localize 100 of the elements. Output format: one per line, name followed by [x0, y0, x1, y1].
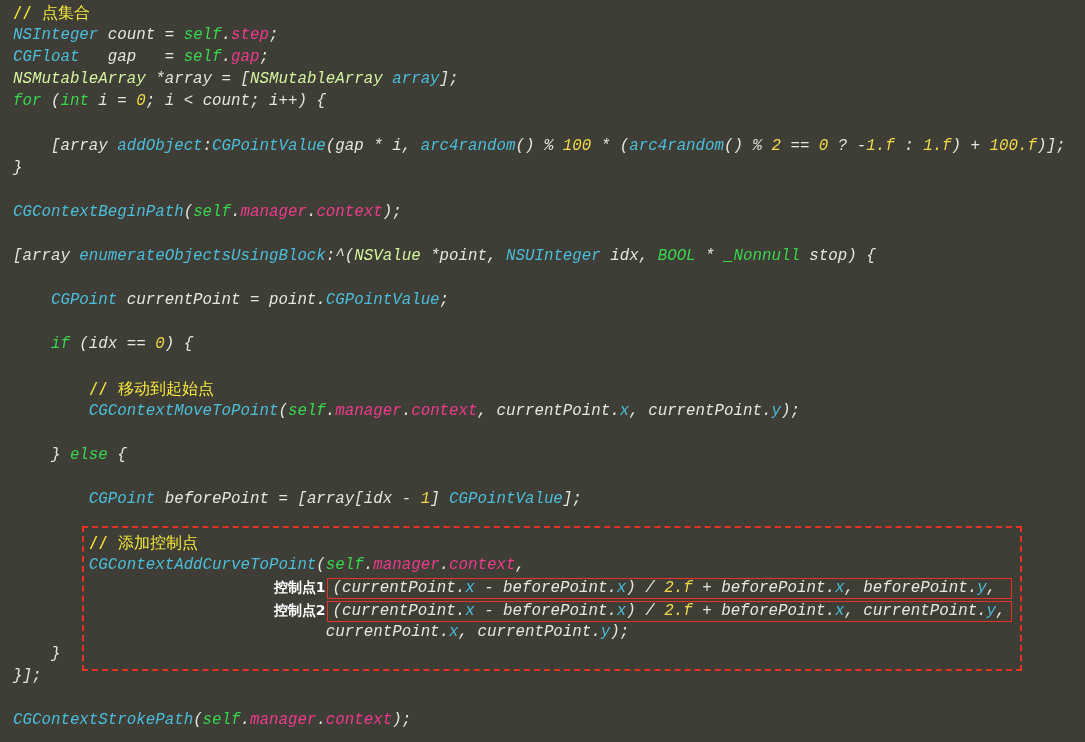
- code-text: :^(: [325, 247, 355, 266]
- code-identifier: y: [986, 601, 997, 620]
- code-text: (: [183, 202, 194, 221]
- number-literal: 1.f: [923, 136, 952, 155]
- code-text: (: [193, 711, 203, 729]
- code-text: .: [240, 711, 250, 729]
- number-literal: 2.f: [664, 601, 693, 620]
- code-comment: // 点集合: [13, 3, 90, 22]
- code-keyword: if: [49, 335, 70, 354]
- code-text: }];: [13, 666, 42, 685]
- code-keyword: BOOL: [657, 247, 696, 266]
- number-literal: 0: [155, 335, 165, 354]
- code-text: () %: [724, 136, 764, 155]
- code-text: [array: [13, 247, 71, 266]
- code-identifier: x: [834, 601, 845, 620]
- property-name: step: [231, 26, 269, 45]
- property-name: manager: [240, 202, 307, 221]
- code-identifier: arc4random: [420, 136, 516, 155]
- property-name: context: [316, 202, 383, 221]
- code-keyword: else: [69, 445, 108, 464]
- code-text: (: [316, 556, 326, 575]
- code-identifier: x: [465, 601, 475, 620]
- code-identifier: CGPoint: [49, 291, 118, 310]
- code-text: ]: [430, 490, 441, 509]
- code-text: *array = [: [154, 70, 250, 89]
- code-text: currentPoint = point.: [125, 291, 326, 310]
- code-text: + beforePoint.: [701, 601, 835, 620]
- code-text: ) +: [951, 136, 982, 155]
- code-text: }: [49, 445, 62, 464]
- code-text: ==: [789, 136, 811, 155]
- property-name: gap: [231, 48, 260, 67]
- code-identifier: CGPointValue: [212, 136, 326, 155]
- property-name: manager: [250, 711, 317, 729]
- code-identifier: CGPoint: [87, 490, 156, 509]
- code-text: (: [278, 401, 288, 420]
- code-text: - beforePoint.: [483, 601, 617, 620]
- code-text: * (: [599, 136, 630, 155]
- code-text: *point,: [429, 247, 498, 266]
- code-text: ? -: [836, 136, 867, 155]
- code-text: ,: [996, 601, 1006, 620]
- code-identifier: CGContextAddCurveToPoint: [87, 556, 317, 575]
- code-identifier: CGContextBeginPath: [13, 202, 184, 221]
- code-text: (gap * i,: [325, 136, 413, 155]
- code-text: (currentPoint.: [332, 601, 466, 620]
- code-text: ;: [259, 48, 269, 67]
- number-literal: 0: [818, 136, 829, 155]
- code-identifier: y: [600, 622, 611, 641]
- code-keyword: int: [60, 92, 89, 111]
- code-text: {: [116, 445, 127, 464]
- code-identifier: NSUInteger: [506, 247, 601, 266]
- code-text: .: [221, 26, 232, 45]
- code-keyword: self: [193, 202, 232, 221]
- code-text: ];: [562, 490, 582, 509]
- code-text: .: [401, 401, 412, 420]
- code-text: :: [202, 136, 213, 155]
- code-identifier: y: [771, 401, 781, 420]
- code-text: ,: [986, 579, 997, 598]
- code-keyword: self: [183, 48, 222, 67]
- code-text: ; i < count; i++) {: [145, 92, 326, 111]
- code-text: idx,: [609, 247, 650, 266]
- code-text: ) {: [164, 335, 194, 354]
- code-text: *: [704, 247, 716, 266]
- code-text: , beforePoint.: [844, 579, 978, 598]
- code-text: , currentPoint.: [477, 401, 620, 420]
- code-identifier: x: [834, 579, 845, 598]
- code-text: }: [13, 158, 23, 177]
- code-text: }: [49, 644, 61, 663]
- code-comment: // 移动到起始点: [88, 378, 214, 398]
- code-text: () %: [515, 136, 555, 155]
- code-text: );: [780, 401, 800, 420]
- class-name: NSMutableArray: [250, 70, 383, 89]
- code-text: , currentPoint.: [629, 401, 772, 420]
- code-identifier: x: [449, 622, 459, 641]
- code-keyword: self: [202, 711, 241, 729]
- code-identifier: array: [391, 70, 440, 89]
- property-name: manager: [373, 556, 440, 575]
- code-identifier: x: [616, 579, 627, 598]
- code-text: count =: [106, 26, 176, 45]
- code-identifier: addObject: [117, 136, 203, 155]
- property-name: context: [411, 401, 478, 420]
- annotation-label: 控制点2: [272, 600, 326, 620]
- number-literal: 2: [771, 136, 781, 155]
- code-text: .: [439, 556, 450, 575]
- code-text: ;: [269, 26, 279, 45]
- number-literal: 1.f: [866, 136, 895, 155]
- code-text: , currentPoint.: [458, 622, 601, 641]
- code-identifier: CGPointValue: [325, 291, 440, 310]
- code-text: - beforePoint.: [483, 579, 617, 598]
- code-text: .: [316, 711, 326, 729]
- code-identifier: y: [977, 579, 987, 598]
- property-name: context: [325, 711, 393, 729]
- code-text: );: [610, 622, 630, 641]
- number-literal: 0: [136, 92, 146, 111]
- code-keyword: self: [287, 401, 326, 420]
- property-name: context: [449, 556, 516, 575]
- code-text: currentPoint.: [324, 622, 450, 641]
- code-identifier: CGPointValue: [449, 490, 563, 509]
- code-identifier: x: [616, 601, 627, 620]
- code-identifier: enumerateObjectsUsingBlock: [79, 247, 326, 266]
- code-text: ,: [515, 556, 525, 575]
